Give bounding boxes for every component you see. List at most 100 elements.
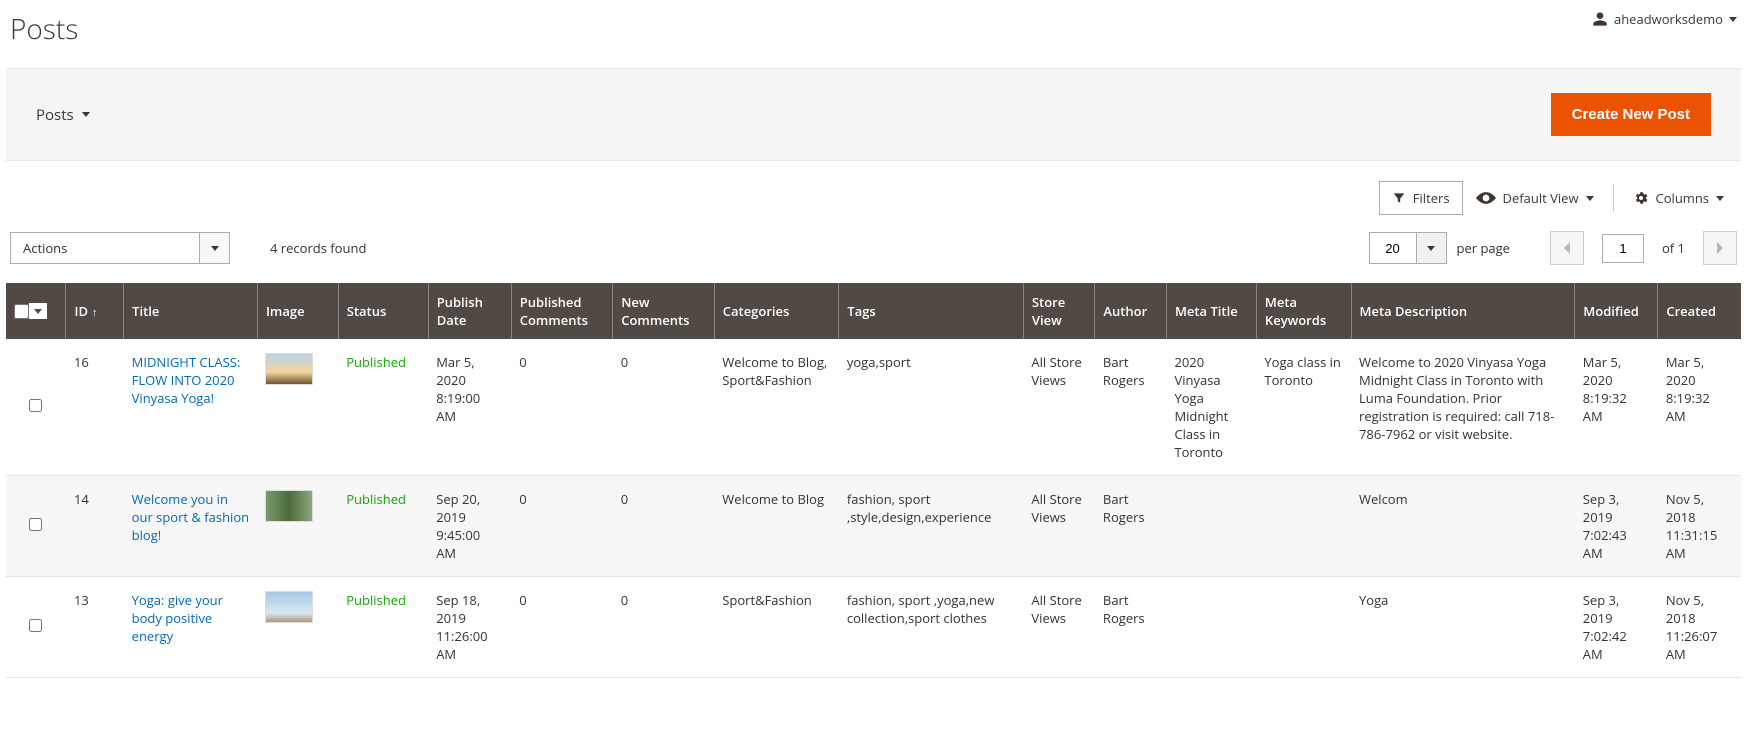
cell-store-view: All Store Views (1023, 476, 1095, 577)
prev-page-button[interactable] (1550, 231, 1584, 265)
actions-label: Actions (10, 232, 200, 264)
default-view-label: Default View (1503, 189, 1579, 207)
chevron-left-icon (1563, 242, 1571, 254)
post-thumbnail[interactable] (265, 353, 313, 385)
cell-published-comments: 0 (511, 339, 613, 476)
cell-author: Bart Rogers (1095, 577, 1167, 678)
posts-grid: ID ↑ Title Image Status Publish Date Publ… (6, 283, 1741, 678)
cell-categories: Welcome to Blog, Sport&Fashion (714, 339, 839, 476)
col-created[interactable]: Created (1658, 283, 1741, 339)
post-thumbnail[interactable] (265, 591, 313, 623)
col-status[interactable]: Status (338, 283, 428, 339)
columns-label: Columns (1656, 189, 1709, 207)
cell-new-comments: 0 (613, 476, 715, 577)
columns-button[interactable]: Columns (1620, 181, 1737, 215)
row-checkbox[interactable] (29, 619, 42, 632)
user-menu[interactable]: aheadworksdemo (1592, 10, 1737, 28)
records-found: 4 records found (270, 239, 366, 257)
col-id-label: ID (74, 302, 88, 320)
page-title: Posts (10, 10, 78, 48)
cell-created: Nov 5, 2018 11:26:07 AM (1658, 577, 1741, 678)
cell-tags: fashion, sport ,yoga,new collection,spor… (839, 577, 1024, 678)
table-row[interactable]: 16 MIDNIGHT CLASS: FLOW INTO 2020 Vinyas… (6, 339, 1741, 476)
default-view-button[interactable]: Default View (1463, 181, 1607, 215)
cell-author: Bart Rogers (1095, 476, 1167, 577)
col-author[interactable]: Author (1095, 283, 1167, 339)
eye-icon (1476, 192, 1496, 204)
per-page-input[interactable] (1369, 232, 1417, 264)
cell-publish-date: Sep 18, 2019 11:26:00 AM (428, 577, 511, 678)
cell-created: Mar 5, 2020 8:19:32 AM (1658, 339, 1741, 476)
col-meta-keywords[interactable]: Meta Keywords (1256, 283, 1351, 339)
per-page-toggle[interactable] (1417, 232, 1447, 264)
chevron-down-icon (1716, 196, 1724, 201)
cell-id: 14 (66, 476, 124, 577)
cell-published-comments: 0 (511, 577, 613, 678)
chevron-down-icon (1427, 246, 1435, 251)
col-title[interactable]: Title (124, 283, 258, 339)
cell-created: Nov 5, 2018 11:31:15 AM (1658, 476, 1741, 577)
post-title-link[interactable]: Welcome you in our sport & fashion blog! (132, 490, 249, 544)
select-all-checkbox[interactable] (14, 304, 29, 319)
user-icon (1592, 11, 1608, 27)
cell-meta-title (1166, 476, 1256, 577)
actions-select[interactable]: Actions (10, 232, 230, 264)
cell-meta-description: Yoga (1351, 577, 1575, 678)
post-title-link[interactable]: Yoga: give your body positive energy (132, 591, 223, 645)
cell-publish-date: Sep 20, 2019 9:45:00 AM (428, 476, 511, 577)
col-publish-date[interactable]: Publish Date (428, 283, 511, 339)
cell-modified: Sep 3, 2019 7:02:42 AM (1575, 577, 1658, 678)
breadcrumb-label: Posts (36, 105, 74, 125)
col-tags[interactable]: Tags (839, 283, 1024, 339)
cell-author: Bart Rogers (1095, 339, 1167, 476)
col-id[interactable]: ID ↑ (66, 283, 124, 339)
table-row[interactable]: 14 Welcome you in our sport & fashion bl… (6, 476, 1741, 577)
chevron-right-icon (1716, 242, 1724, 254)
row-checkbox[interactable] (29, 399, 42, 412)
col-store-view[interactable]: Store View (1023, 283, 1095, 339)
cell-modified: Mar 5, 2020 8:19:32 AM (1575, 339, 1658, 476)
per-page-label: per page (1457, 239, 1510, 257)
funnel-icon (1392, 191, 1406, 205)
sort-asc-icon: ↑ (92, 305, 98, 320)
col-modified[interactable]: Modified (1575, 283, 1658, 339)
select-all-dropdown[interactable] (29, 303, 47, 319)
username: aheadworksdemo (1614, 10, 1723, 28)
status-badge: Published (346, 353, 406, 371)
chevron-down-icon (82, 112, 90, 117)
col-image[interactable]: Image (257, 283, 338, 339)
breadcrumb[interactable]: Posts (36, 105, 90, 125)
post-title-link[interactable]: MIDNIGHT CLASS: FLOW INTO 2020 Vinyasa Y… (132, 353, 241, 407)
separator (1613, 184, 1614, 212)
status-badge: Published (346, 591, 406, 609)
cell-store-view: All Store Views (1023, 577, 1095, 678)
col-meta-title[interactable]: Meta Title (1166, 283, 1256, 339)
create-new-post-button[interactable]: Create New Post (1551, 93, 1711, 136)
filters-label: Filters (1413, 189, 1450, 207)
col-meta-description[interactable]: Meta Description (1351, 283, 1575, 339)
chevron-down-icon (1586, 196, 1594, 201)
col-checkbox[interactable] (6, 283, 66, 339)
page-input[interactable] (1602, 234, 1644, 263)
chevron-down-icon (211, 246, 219, 251)
cell-new-comments: 0 (613, 339, 715, 476)
cell-meta-keywords (1256, 577, 1351, 678)
actions-toggle[interactable] (200, 232, 230, 264)
cell-id: 16 (66, 339, 124, 476)
cell-modified: Sep 3, 2019 7:02:43 AM (1575, 476, 1658, 577)
table-row[interactable]: 13 Yoga: give your body positive energy … (6, 577, 1741, 678)
filters-button[interactable]: Filters (1379, 181, 1463, 215)
col-published-comments[interactable]: Published Comments (511, 283, 613, 339)
cell-meta-description: Welcom (1351, 476, 1575, 577)
next-page-button[interactable] (1703, 231, 1737, 265)
cell-id: 13 (66, 577, 124, 678)
cell-new-comments: 0 (613, 577, 715, 678)
cell-categories: Sport&Fashion (714, 577, 839, 678)
post-thumbnail[interactable] (265, 490, 313, 522)
cell-categories: Welcome to Blog (714, 476, 839, 577)
chevron-down-icon (1729, 17, 1737, 22)
col-categories[interactable]: Categories (714, 283, 839, 339)
col-new-comments[interactable]: New Comments (613, 283, 715, 339)
row-checkbox[interactable] (29, 518, 42, 531)
status-badge: Published (346, 490, 406, 508)
